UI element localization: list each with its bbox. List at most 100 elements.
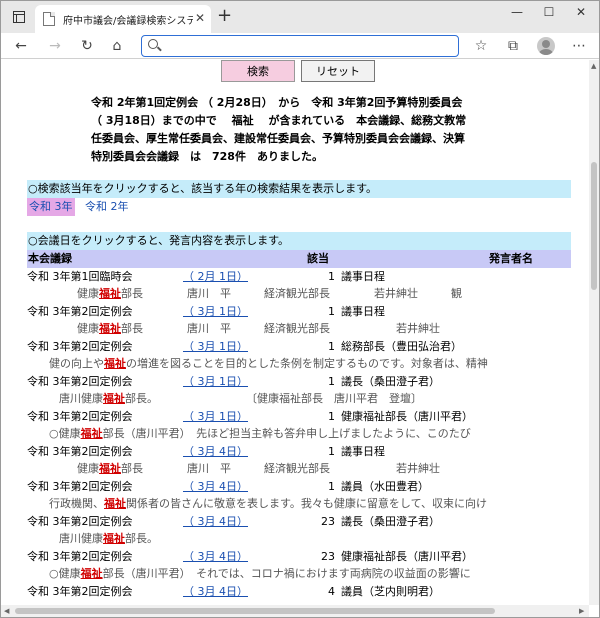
speaker-name: 議事日程	[341, 445, 385, 458]
scroll-up-icon[interactable]: ▲	[591, 62, 596, 70]
year-link-r2[interactable]: 令和 2年	[85, 198, 129, 216]
snippet-text: 健の向上や	[49, 357, 104, 370]
meeting-date-link[interactable]: （ 3月 4日）	[183, 443, 248, 461]
page-viewport: 検索 リセット 令和 2年第1回定例会 （ 2月28日） から 令和 3年第2回…	[1, 60, 599, 605]
search-summary: 令和 2年第1回定例会 （ 2月28日） から 令和 3年第2回予算特別委員会 …	[91, 94, 511, 166]
meeting-date-link[interactable]: （ 3月 4日）	[183, 583, 248, 601]
hit-count: 1	[328, 480, 335, 493]
window-menu-icon[interactable]	[9, 7, 29, 27]
hit-count: 4	[328, 585, 335, 598]
snippet-text: 行政機関、	[49, 497, 104, 510]
result-row: 令和 3年第2回定例会 （ 3月 4日） 4 議員（芝内則明君）	[27, 583, 571, 601]
snippet-text: ○健康	[49, 427, 81, 440]
snippet-text: 部長（唐川平君） それでは、コロナ禍におけます両病院の収益面の影響に	[102, 567, 471, 580]
hit-count: 23	[321, 550, 335, 563]
meeting-date-link[interactable]: （ 3月 4日）	[183, 478, 248, 496]
meeting-name: 令和 3年第2回定例会	[27, 585, 133, 598]
result-row: 令和 3年第2回定例会 （ 3月 1日） 1 健康福祉部長（唐川平君）	[27, 408, 571, 426]
forward-icon[interactable]: →	[45, 36, 65, 56]
result-row: 令和 3年第2回定例会 （ 3月 1日） 1 議事日程	[27, 303, 571, 321]
meeting-date-link[interactable]: （ 3月 1日）	[183, 303, 248, 321]
speaker-name: 議長（桑田澄子君）	[341, 375, 440, 388]
close-icon[interactable]: ✕	[195, 11, 205, 25]
maximize-icon[interactable]: ☐	[537, 5, 561, 19]
reset-button[interactable]: リセット	[301, 60, 375, 82]
scroll-left-icon[interactable]: ◀	[4, 607, 9, 615]
speech-snippet: 健康福祉部長 唐川 平 経済観光部長 若井紳壮	[77, 320, 440, 338]
horizontal-scroll-thumb[interactable]	[15, 608, 495, 614]
search-icon	[148, 39, 158, 49]
speaker-name: 議長（桑田澄子君）	[341, 515, 440, 528]
window-close-icon[interactable]: ✕	[569, 5, 593, 19]
keyword-highlight: 福祉	[103, 392, 125, 405]
tab-title: 府中市議会/会議録検索システム	[63, 15, 193, 27]
speech-snippet: 唐川健康福祉部長。 〔健康福祉部長 唐川平君 登壇〕	[59, 390, 422, 408]
scroll-right-icon[interactable]: ▶	[579, 607, 584, 615]
keyword-highlight: 福祉	[104, 357, 126, 370]
speaker-name: 議事日程	[341, 305, 385, 318]
summary-line: 特別委員会会議録 は 728件 ありました。	[91, 150, 323, 163]
result-row: 令和 3年第2回定例会 （ 3月 4日） 1 議事日程	[27, 443, 571, 461]
meeting-name: 令和 3年第2回定例会	[27, 480, 133, 493]
header-hits: 該当	[307, 252, 329, 265]
back-icon[interactable]: ←	[11, 36, 31, 56]
browser-window: 府中市議会/会議録検索システム ✕ + — ☐ ✕ ← → ↻ ⌂ ☆ ⧉ ⋯ …	[0, 0, 600, 618]
meeting-name: 令和 3年第2回定例会	[27, 550, 133, 563]
snippet-text: 部長。 〔健康福祉部長 唐川平君 登壇〕	[125, 392, 422, 405]
speech-snippet: 健康福祉部長 唐川 平 経済観光部長 若井紳壮	[77, 460, 440, 478]
meeting-date-link[interactable]: （ 3月 4日）	[183, 513, 248, 531]
meeting-name: 令和 3年第2回定例会	[27, 410, 133, 423]
keyword-highlight: 福祉	[99, 322, 121, 335]
new-tab-icon[interactable]: +	[217, 7, 232, 25]
home-icon[interactable]: ⌂	[107, 36, 127, 56]
result-row: 令和 3年第2回定例会 （ 3月 1日） 1 総務部長（豊田弘治君）	[27, 338, 571, 356]
meeting-date-link[interactable]: （ 2月 1日）	[183, 268, 248, 286]
snippet-text: 部長。	[125, 532, 158, 545]
keyword-highlight: 福祉	[103, 532, 125, 545]
hit-count: 1	[328, 305, 335, 318]
year-link-r3[interactable]: 令和 3年	[27, 198, 75, 216]
meeting-name: 令和 3年第2回定例会	[27, 375, 133, 388]
hit-count: 1	[328, 270, 335, 283]
more-icon[interactable]: ⋯	[569, 36, 589, 56]
profile-icon[interactable]	[537, 37, 555, 55]
snippet-text: 関係者の皆さんに敬意を表します。我々も健康に留意をして、収束に向け	[126, 497, 488, 510]
meeting-date-link[interactable]: （ 3月 1日）	[183, 338, 248, 356]
hit-count: 23	[321, 515, 335, 528]
meeting-date-link[interactable]: （ 3月 1日）	[183, 373, 248, 391]
results-header: 本会議録 該当 発言者名	[27, 250, 571, 268]
search-button[interactable]: 検索	[221, 60, 295, 82]
snippet-text: 部長 唐川 平 経済観光部長 若井紳壮 観	[121, 287, 462, 300]
summary-line: （ 3月18日）までの中で 福祉 が含まれている 本会議録、総務文教常	[91, 114, 467, 127]
speech-snippet: 健の向上や福祉の増進を図ることを目的とした条例を制定するものです。対象者は、精神	[49, 355, 488, 373]
browser-tab[interactable]: 府中市議会/会議録検索システム ✕	[35, 5, 211, 33]
meeting-date-link[interactable]: （ 3月 1日）	[183, 408, 248, 426]
keyword-highlight: 福祉	[104, 497, 126, 510]
meeting-name: 令和 3年第2回定例会	[27, 445, 133, 458]
hit-count: 1	[328, 375, 335, 388]
speech-snippet: 行政機関、福祉関係者の皆さんに敬意を表します。我々も健康に留意をして、収束に向け	[49, 495, 487, 513]
hit-count: 1	[328, 410, 335, 423]
meeting-date-link[interactable]: （ 3月 4日）	[183, 548, 248, 566]
horizontal-scrollbar[interactable]: ◀ ▶	[1, 605, 589, 617]
keyword-highlight: 福祉	[80, 567, 103, 580]
header-meeting: 本会議録	[28, 252, 72, 265]
snippet-text: 健康	[77, 322, 99, 335]
speaker-name: 健康福祉部長（唐川平君）	[341, 550, 473, 563]
speaker-name: 総務部長（豊田弘治君）	[341, 340, 462, 353]
reload-icon[interactable]: ↻	[77, 36, 97, 56]
snippet-text: 健康	[77, 287, 99, 300]
vertical-scrollbar[interactable]: ▲	[589, 60, 599, 605]
minimize-icon[interactable]: —	[505, 5, 529, 19]
collections-icon[interactable]: ⧉	[503, 36, 523, 56]
keyword-highlight: 福祉	[80, 427, 103, 440]
address-bar[interactable]	[141, 35, 459, 57]
header-speaker: 発言者名	[489, 252, 533, 265]
keyword-highlight: 福祉	[99, 462, 121, 475]
favorite-icon[interactable]: ☆	[471, 36, 491, 56]
snippet-text: の増進を図ることを目的とした条例を制定するものです。対象者は、精神	[126, 357, 488, 370]
summary-line: 任委員会、厚生常任委員会、建設常任委員会、予算特別委員会会議録、決算	[91, 132, 465, 145]
vertical-scroll-thumb[interactable]	[591, 162, 597, 290]
speech-snippet: ○健康福祉部長（唐川平君） それでは、コロナ禍におけます両病院の収益面の影響に	[49, 565, 471, 583]
meeting-name: 令和 3年第2回定例会	[27, 305, 133, 318]
